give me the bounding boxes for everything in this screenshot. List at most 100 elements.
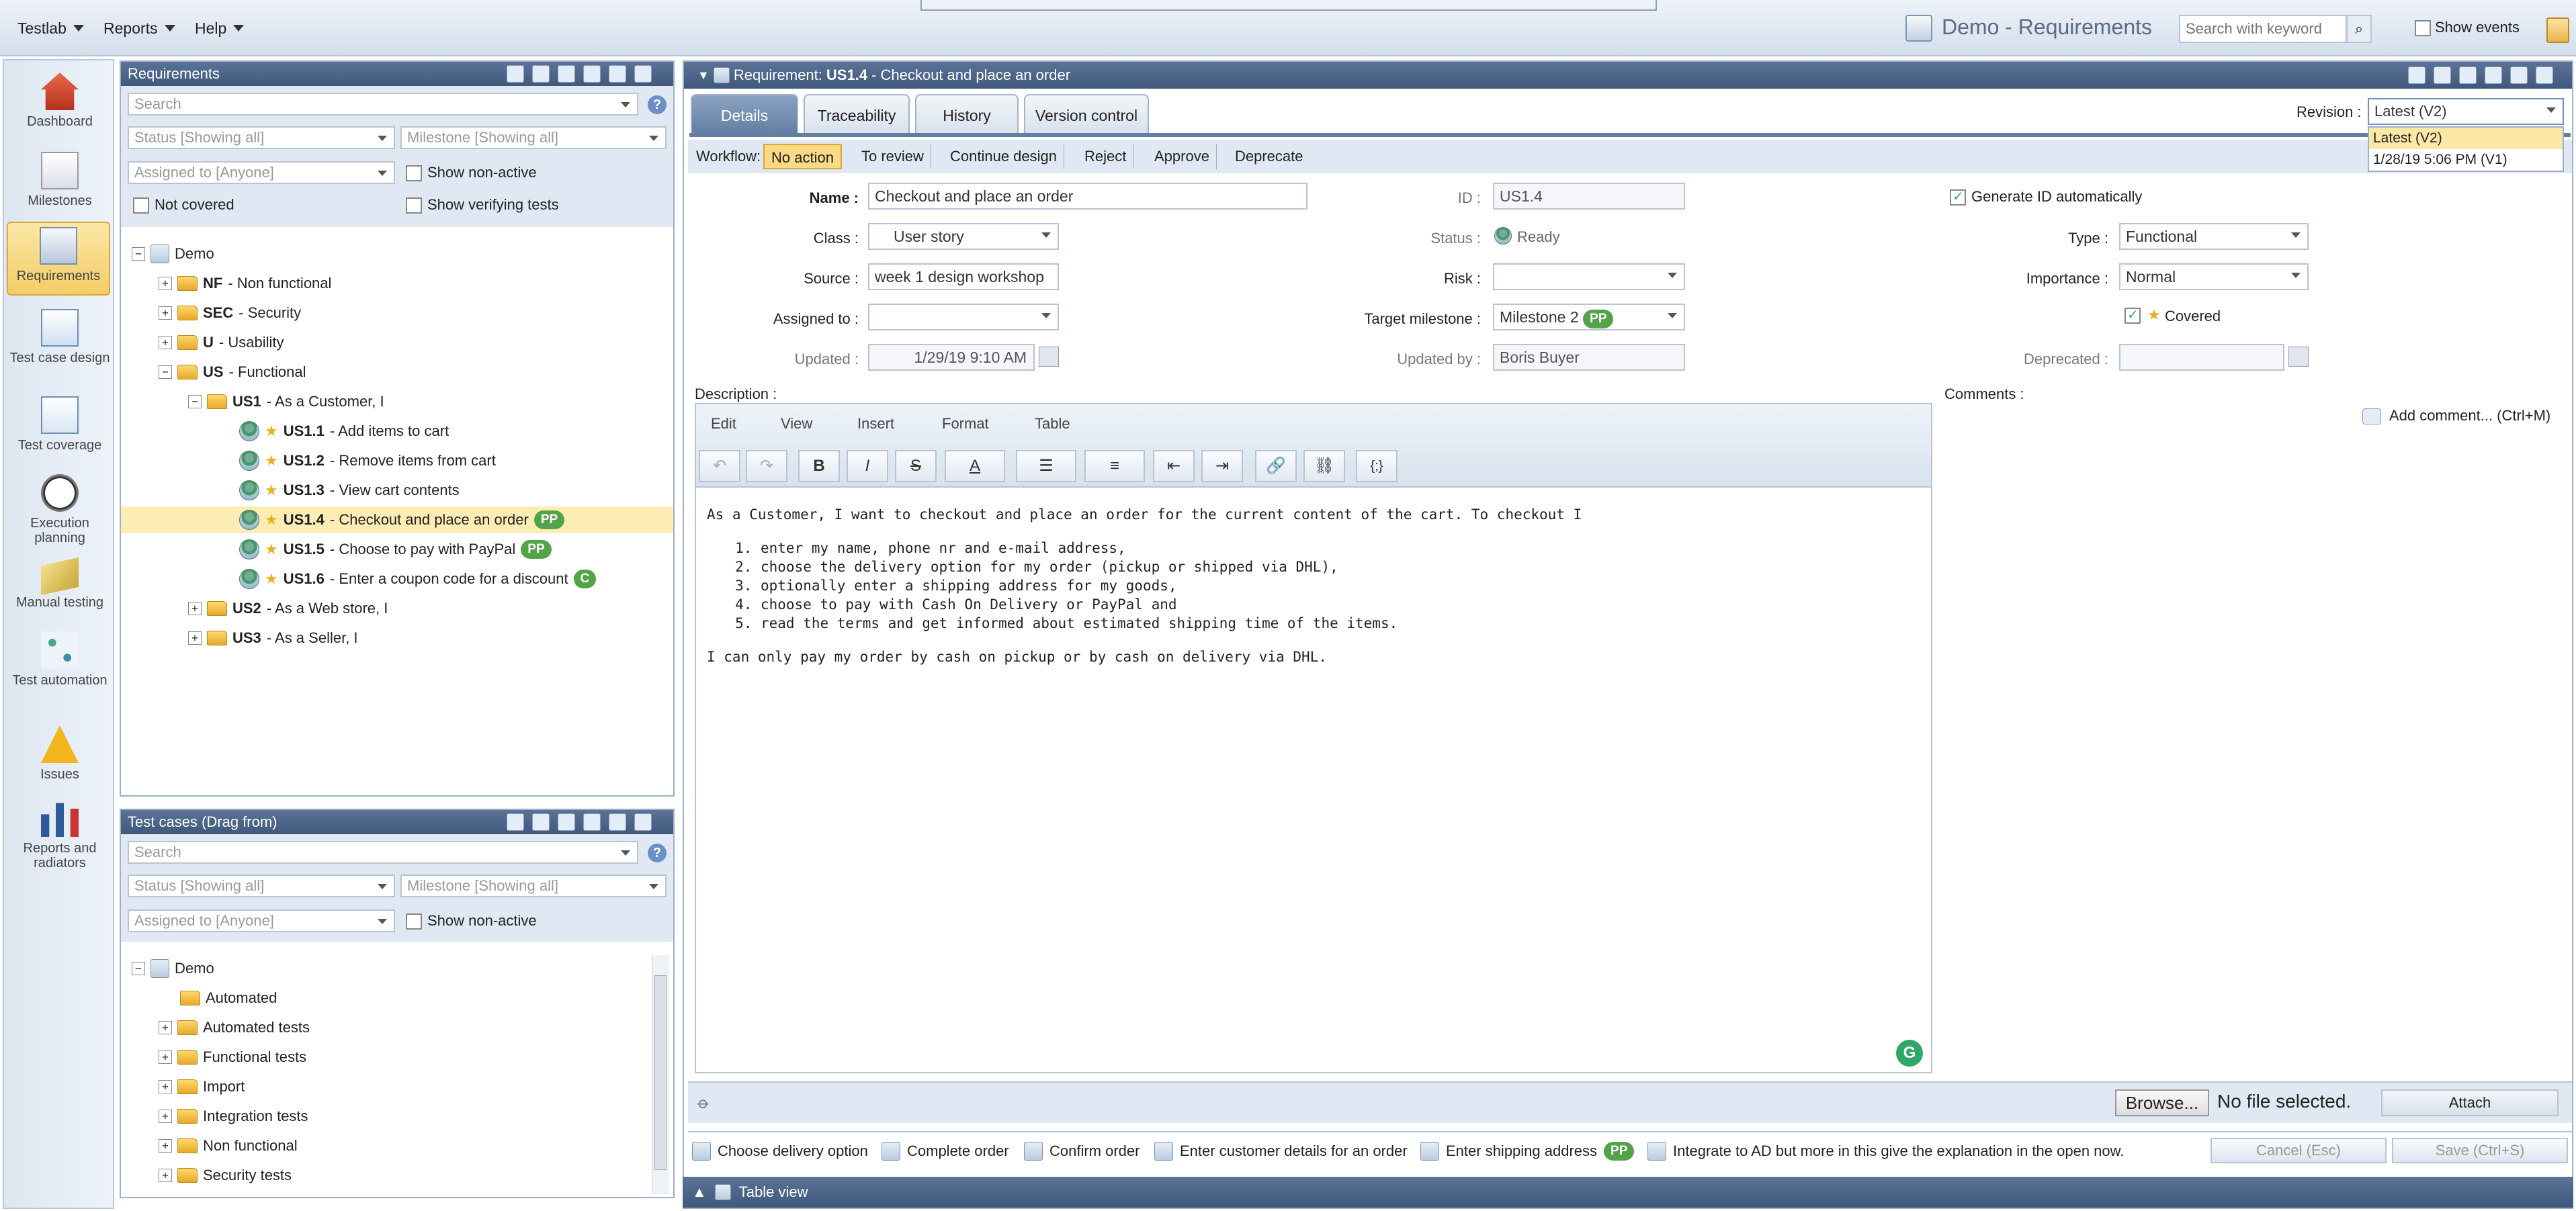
expand-chevron-icon[interactable]: ▲ <box>692 1177 707 1208</box>
tag-icon[interactable] <box>2408 66 2425 84</box>
help-icon[interactable] <box>2536 66 2553 84</box>
nav-manual-testing[interactable]: Manual testing <box>4 557 116 622</box>
attach-button[interactable]: Attach <box>2381 1089 2559 1116</box>
export-icon[interactable] <box>558 813 575 831</box>
menu-reports[interactable]: Reports <box>103 0 175 56</box>
browse-button[interactable]: Browse... <box>2115 1089 2209 1116</box>
redo-icon[interactable]: ↷ <box>746 450 787 482</box>
importance-select[interactable]: Normal <box>2119 263 2309 290</box>
tree-icon[interactable] <box>507 65 524 83</box>
italic-icon[interactable]: I <box>847 450 888 482</box>
keyword-search-input[interactable] <box>2179 15 2347 43</box>
nav-milestones[interactable]: Milestones <box>4 152 116 219</box>
req-show-nonactive-checkbox[interactable] <box>406 165 422 181</box>
tab-details[interactable]: Details <box>691 94 798 134</box>
workflow-no-action[interactable]: No action <box>763 144 842 169</box>
show-verifying-checkbox[interactable] <box>406 197 422 214</box>
editor-menu-view[interactable]: View <box>781 415 812 433</box>
expand-icon[interactable] <box>634 813 652 831</box>
numbered-list-icon[interactable]: ≡ <box>1084 450 1145 482</box>
workflow-reject[interactable]: Reject <box>1078 144 1134 169</box>
tree-item[interactable]: ★ US1.3 - View cart contents <box>239 477 460 504</box>
tree-item[interactable]: + NF - Non functional <box>159 270 331 297</box>
tab-traceability[interactable]: Traceability <box>804 94 910 134</box>
revision-option[interactable]: 1/28/19 5:06 PM (V1) <box>2369 149 2563 171</box>
menu-help[interactable]: Help <box>195 0 245 56</box>
export-icon[interactable] <box>558 65 575 83</box>
clipboard-icon[interactable] <box>2546 17 2569 43</box>
tree-item[interactable]: + US3 - As a Seller, I <box>188 625 358 652</box>
menu-testlab[interactable]: Testlab <box>17 0 84 56</box>
tc-scroll-thumb[interactable] <box>654 975 667 1170</box>
tree-item[interactable]: − US - Functional <box>159 359 306 386</box>
nav-test-coverage[interactable]: Test coverage <box>4 396 116 463</box>
add-comment-link[interactable]: Add comment... (Ctrl+M) <box>2389 407 2550 424</box>
tc-milestone-select[interactable]: Milestone [Showing all] <box>400 874 667 897</box>
generate-id-checkbox[interactable] <box>1950 188 1966 206</box>
outdent-icon[interactable]: ⇤ <box>1153 450 1195 482</box>
cancel-button[interactable]: Cancel (Esc) <box>2210 1138 2387 1163</box>
nav-requirements[interactable]: Requirements <box>7 222 110 296</box>
related-test-item[interactable]: Integrate to AD but more in this give th… <box>1647 1136 2124 1166</box>
tree-item[interactable]: + Automated tests <box>159 1014 310 1041</box>
tree-item[interactable]: ★ US1.6 - Enter a coupon code for a disco… <box>239 566 597 592</box>
table-view-bar[interactable]: ▲ Table view <box>683 1177 2573 1208</box>
risk-select[interactable] <box>1493 263 1685 290</box>
tc-show-nonactive-checkbox[interactable] <box>406 913 422 930</box>
description-content[interactable]: As a Customer, I want to checkout and pl… <box>707 505 1916 666</box>
tree-item[interactable]: + Security tests <box>159 1162 292 1189</box>
edit-icon[interactable] <box>2459 66 2477 84</box>
help-icon[interactable]: ? <box>648 95 667 114</box>
nav-issues[interactable]: Issues <box>4 725 116 793</box>
tree-root[interactable]: − Demo <box>132 240 214 267</box>
type-select[interactable]: Functional <box>2119 223 2309 250</box>
req-assigned-select[interactable]: Assigned to [Anyone] <box>128 161 395 184</box>
tree-item[interactable]: ★ US1.1 - Add items to cart <box>239 418 449 445</box>
source-code-icon[interactable]: {;} <box>1356 450 1398 482</box>
tree-item[interactable]: + Functional tests <box>159 1044 306 1071</box>
req-status-select[interactable]: Status [Showing all] <box>128 126 395 149</box>
related-test-item[interactable]: Complete order <box>882 1136 1009 1166</box>
undo-icon[interactable]: ↶ <box>699 450 740 482</box>
tree-item[interactable]: ★ US1.5 - Choose to pay with PayPal PP <box>239 536 552 563</box>
help-icon[interactable]: ? <box>648 844 667 862</box>
req-milestone-select[interactable]: Milestone [Showing all] <box>400 126 667 149</box>
refresh-icon[interactable] <box>2510 66 2528 84</box>
tree-root[interactable]: − Demo <box>132 955 214 982</box>
not-covered-checkbox[interactable] <box>133 197 149 214</box>
tc-scrollbar[interactable] <box>652 955 669 1194</box>
search-icon[interactable]: ⌕ <box>2346 15 2372 43</box>
show-events-checkbox[interactable] <box>2415 20 2431 36</box>
tree-item[interactable]: + SEC - Security <box>159 300 301 326</box>
link-icon[interactable]: 🔗 <box>1255 450 1297 482</box>
related-test-item[interactable]: Enter customer details for an order <box>1154 1136 1408 1166</box>
tree-item[interactable]: + Non functional <box>159 1132 298 1159</box>
workflow-deprecate[interactable]: Deprecate <box>1228 144 1310 169</box>
editor-menu-format[interactable]: Format <box>942 415 989 433</box>
tree-item[interactable]: + U - Usability <box>159 329 284 356</box>
revision-option[interactable]: Latest (V2) <box>2369 128 2563 149</box>
comment-add-icon[interactable] <box>2362 408 2381 424</box>
unlink-icon[interactable]: ⛓ <box>1303 450 1345 482</box>
refresh-icon[interactable] <box>609 813 626 831</box>
strikethrough-icon[interactable]: S <box>895 450 937 482</box>
text-color-icon[interactable]: A <box>945 450 1005 482</box>
link-icon[interactable] <box>2434 66 2451 84</box>
tree-item[interactable]: + Integration tests <box>159 1103 308 1130</box>
workflow-continue-design[interactable]: Continue design <box>943 144 1065 169</box>
indent-icon[interactable]: ⇥ <box>1201 450 1243 482</box>
nav-test-automation[interactable]: Test automation <box>4 631 116 705</box>
calendar-icon[interactable] <box>2288 347 2309 367</box>
tree-item[interactable]: + Import <box>159 1073 245 1100</box>
editor-menu-edit[interactable]: Edit <box>711 415 736 433</box>
nav-reports[interactable]: Reports and radiators <box>4 799 116 887</box>
related-test-item[interactable]: Choose delivery option <box>692 1136 868 1166</box>
nav-execution-planning[interactable]: Execution planning <box>4 474 116 548</box>
bold-icon[interactable]: B <box>798 450 840 482</box>
tree-item[interactable]: − US1 - As a Customer, I <box>188 388 384 415</box>
tree-item[interactable]: Automated <box>180 985 277 1012</box>
tree-item[interactable]: ★ US1.2 - Remove items from cart <box>239 447 496 474</box>
editor-menu-insert[interactable]: Insert <box>857 415 894 433</box>
tc-assigned-select[interactable]: Assigned to [Anyone] <box>128 909 395 932</box>
tree-item[interactable]: + US2 - As a Web store, I <box>188 595 388 622</box>
